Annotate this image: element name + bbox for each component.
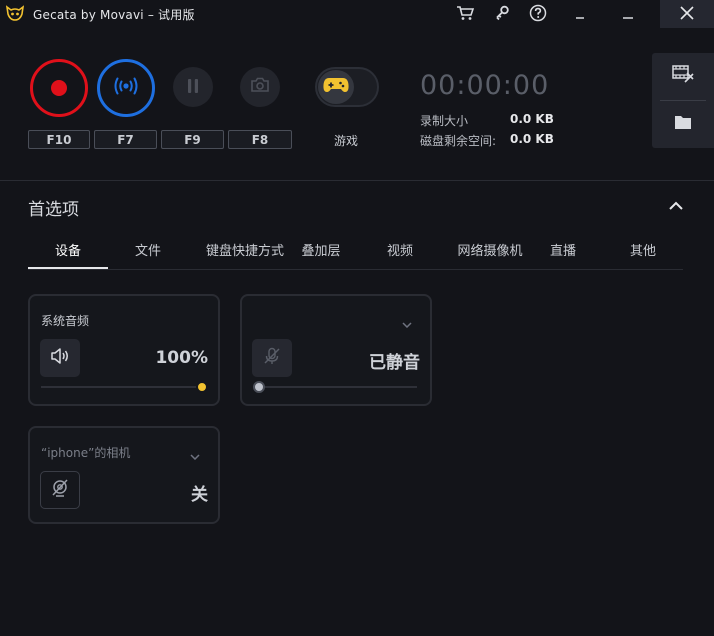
camera-title: “iphone”的相机 [41,446,131,460]
system-audio-slider-track[interactable] [41,386,205,388]
system-audio-title: 系统音频 [41,314,90,328]
side-panel-divider [660,100,706,101]
record-size-value: 0.0 KB [510,112,554,126]
cart-icon[interactable] [455,4,475,22]
tab-hotkeys[interactable]: 键盘快捷方式 [190,240,300,259]
logo-icon [5,5,25,21]
tab-devices[interactable]: 设备 [28,240,108,259]
microphone-mute-button[interactable] [252,339,292,377]
video-editor-button[interactable] [672,65,694,87]
system-audio-mute-button[interactable] [40,339,80,377]
preferences-tabs: 设备 文件 键盘快捷方式 叠加层 视频 网络摄像机 直播 其他 [28,236,683,270]
minimize-button[interactable] [557,0,603,28]
chevron-down-icon [402,313,412,332]
close-button[interactable] [660,0,714,28]
pause-button[interactable] [173,67,213,107]
maximize-button[interactable] [605,0,651,28]
camera-off-icon [50,478,70,502]
tab-other[interactable]: 其他 [618,240,668,259]
system-audio-slider-knob[interactable] [196,381,208,393]
screenshot-button[interactable] [240,67,280,107]
camera-icon [250,77,270,97]
microphone-status: 已静音 [369,353,420,373]
active-tab-indicator [28,267,108,269]
key-icon[interactable] [492,4,512,22]
folder-icon [674,115,692,134]
gamepad-icon [323,76,349,98]
microphone-slider-knob[interactable] [253,381,265,393]
app-title: Gecata by Movavi – 试用版 [33,8,195,22]
camera-status: 关 [191,485,208,505]
close-icon [680,5,694,24]
chevron-up-icon [668,196,684,215]
title-bar: Gecata by Movavi – 试用版 [0,0,714,28]
camera-card: “iphone”的相机 关 [28,426,220,524]
microphone-muted-icon [263,347,281,369]
microphone-card: 已静音 [240,294,432,406]
tab-overlays[interactable]: 叠加层 [290,240,352,259]
open-folder-button[interactable] [672,113,694,135]
tab-streaming[interactable]: 直播 [538,240,588,259]
record-hotkey: F10 [28,130,90,149]
tab-files[interactable]: 文件 [108,240,188,259]
broadcast-icon [112,77,140,99]
chevron-down-icon [190,445,200,464]
system-audio-card: 系统音频 100% [28,294,220,406]
pause-icon [187,78,199,97]
disk-space-value: 0.0 KB [510,132,554,146]
section-divider [0,180,714,181]
minimize-icon [575,5,585,24]
tab-video[interactable]: 视频 [370,240,430,259]
film-edit-icon [672,64,694,88]
collapse-preferences-button[interactable] [666,195,686,215]
game-mode-toggle[interactable] [315,67,379,107]
help-icon[interactable] [528,4,548,22]
recording-timer: 00:00:00 [420,70,550,101]
microphone-slider-track[interactable] [253,386,417,388]
tab-webcam[interactable]: 网络摄像机 [444,240,536,259]
camera-toggle-button[interactable] [40,471,80,509]
record-button[interactable] [30,59,88,117]
maximize-icon [622,5,634,24]
speaker-icon [50,348,70,368]
game-mode-label: 游戏 [334,134,359,148]
microphone-dropdown-button[interactable] [400,317,414,328]
disk-space-label: 磁盘剩余空间: [420,134,497,148]
preferences-title: 首选项 [28,200,79,220]
system-audio-volume: 100% [155,348,208,368]
stream-hotkey: F7 [94,130,157,149]
game-mode-knob [318,70,354,104]
camera-dropdown-button[interactable] [188,449,202,460]
stream-button[interactable] [97,59,155,117]
record-size-label: 录制大小 [420,114,469,128]
side-panel [652,53,714,148]
pause-hotkey: F9 [161,130,224,149]
record-icon [51,80,67,96]
screenshot-hotkey: F8 [228,130,292,149]
